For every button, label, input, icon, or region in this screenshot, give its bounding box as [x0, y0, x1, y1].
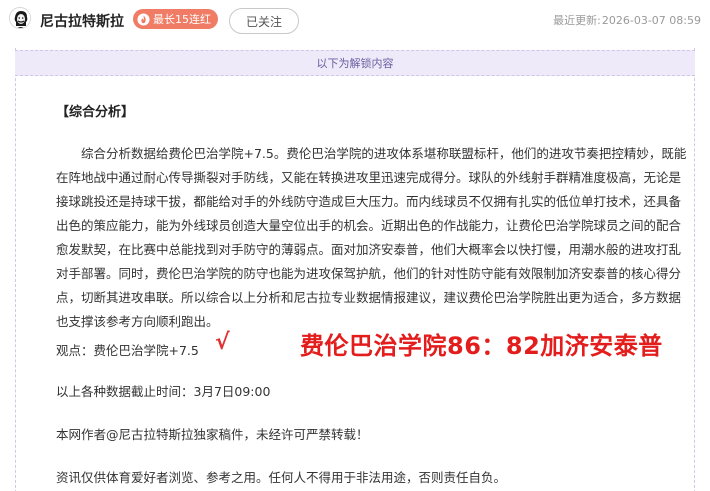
updated-time: 2026-03-07 08:59: [601, 14, 701, 27]
analysis-paragraph: 综合分析数据给费伦巴治学院+7.5。费伦巴治学院的进攻体系堪称联盟标杆，他们的进…: [56, 146, 687, 329]
updated-label: 最近更新:: [553, 14, 601, 27]
unlock-bar: 以下为解锁内容: [15, 50, 695, 76]
author-avatar[interactable]: [9, 7, 31, 29]
disclaimer-text: 资讯仅供体育爱好者浏览、参考之用。任何人不得用于非法用途，否则责任自负。: [56, 470, 507, 485]
flame-icon: [137, 12, 150, 26]
follow-button[interactable]: 已关注: [229, 8, 299, 34]
last-updated: 最近更新:2026-03-07 08:59: [552, 12, 701, 28]
unlock-bar-label: 以下为解锁内容: [316, 57, 394, 70]
data-cutoff-text: 以上各种数据截止时间：3月7日09:00: [56, 384, 271, 399]
section-title: 【综合分析】: [56, 105, 135, 120]
avatar-portrait-icon: [10, 8, 30, 28]
streak-badge-label: 最长15连红: [153, 13, 211, 26]
score-result: 费伦巴治学院86：82加济安泰普: [300, 332, 663, 360]
article-header: 尼古拉特斯拉 最长15连红 已关注 最近更新:2026-03-07 08:59: [0, 0, 710, 40]
streak-badge: 最长15连红: [133, 9, 218, 29]
copyright-notice: 本网作者@尼古拉特斯拉独家稿件，未经许可严禁转载！: [56, 427, 369, 442]
viewpoint-text: 观点：费伦巴治学院+7.5: [56, 343, 199, 358]
check-mark-icon: √: [215, 330, 230, 355]
author-name[interactable]: 尼古拉特斯拉: [40, 11, 124, 31]
